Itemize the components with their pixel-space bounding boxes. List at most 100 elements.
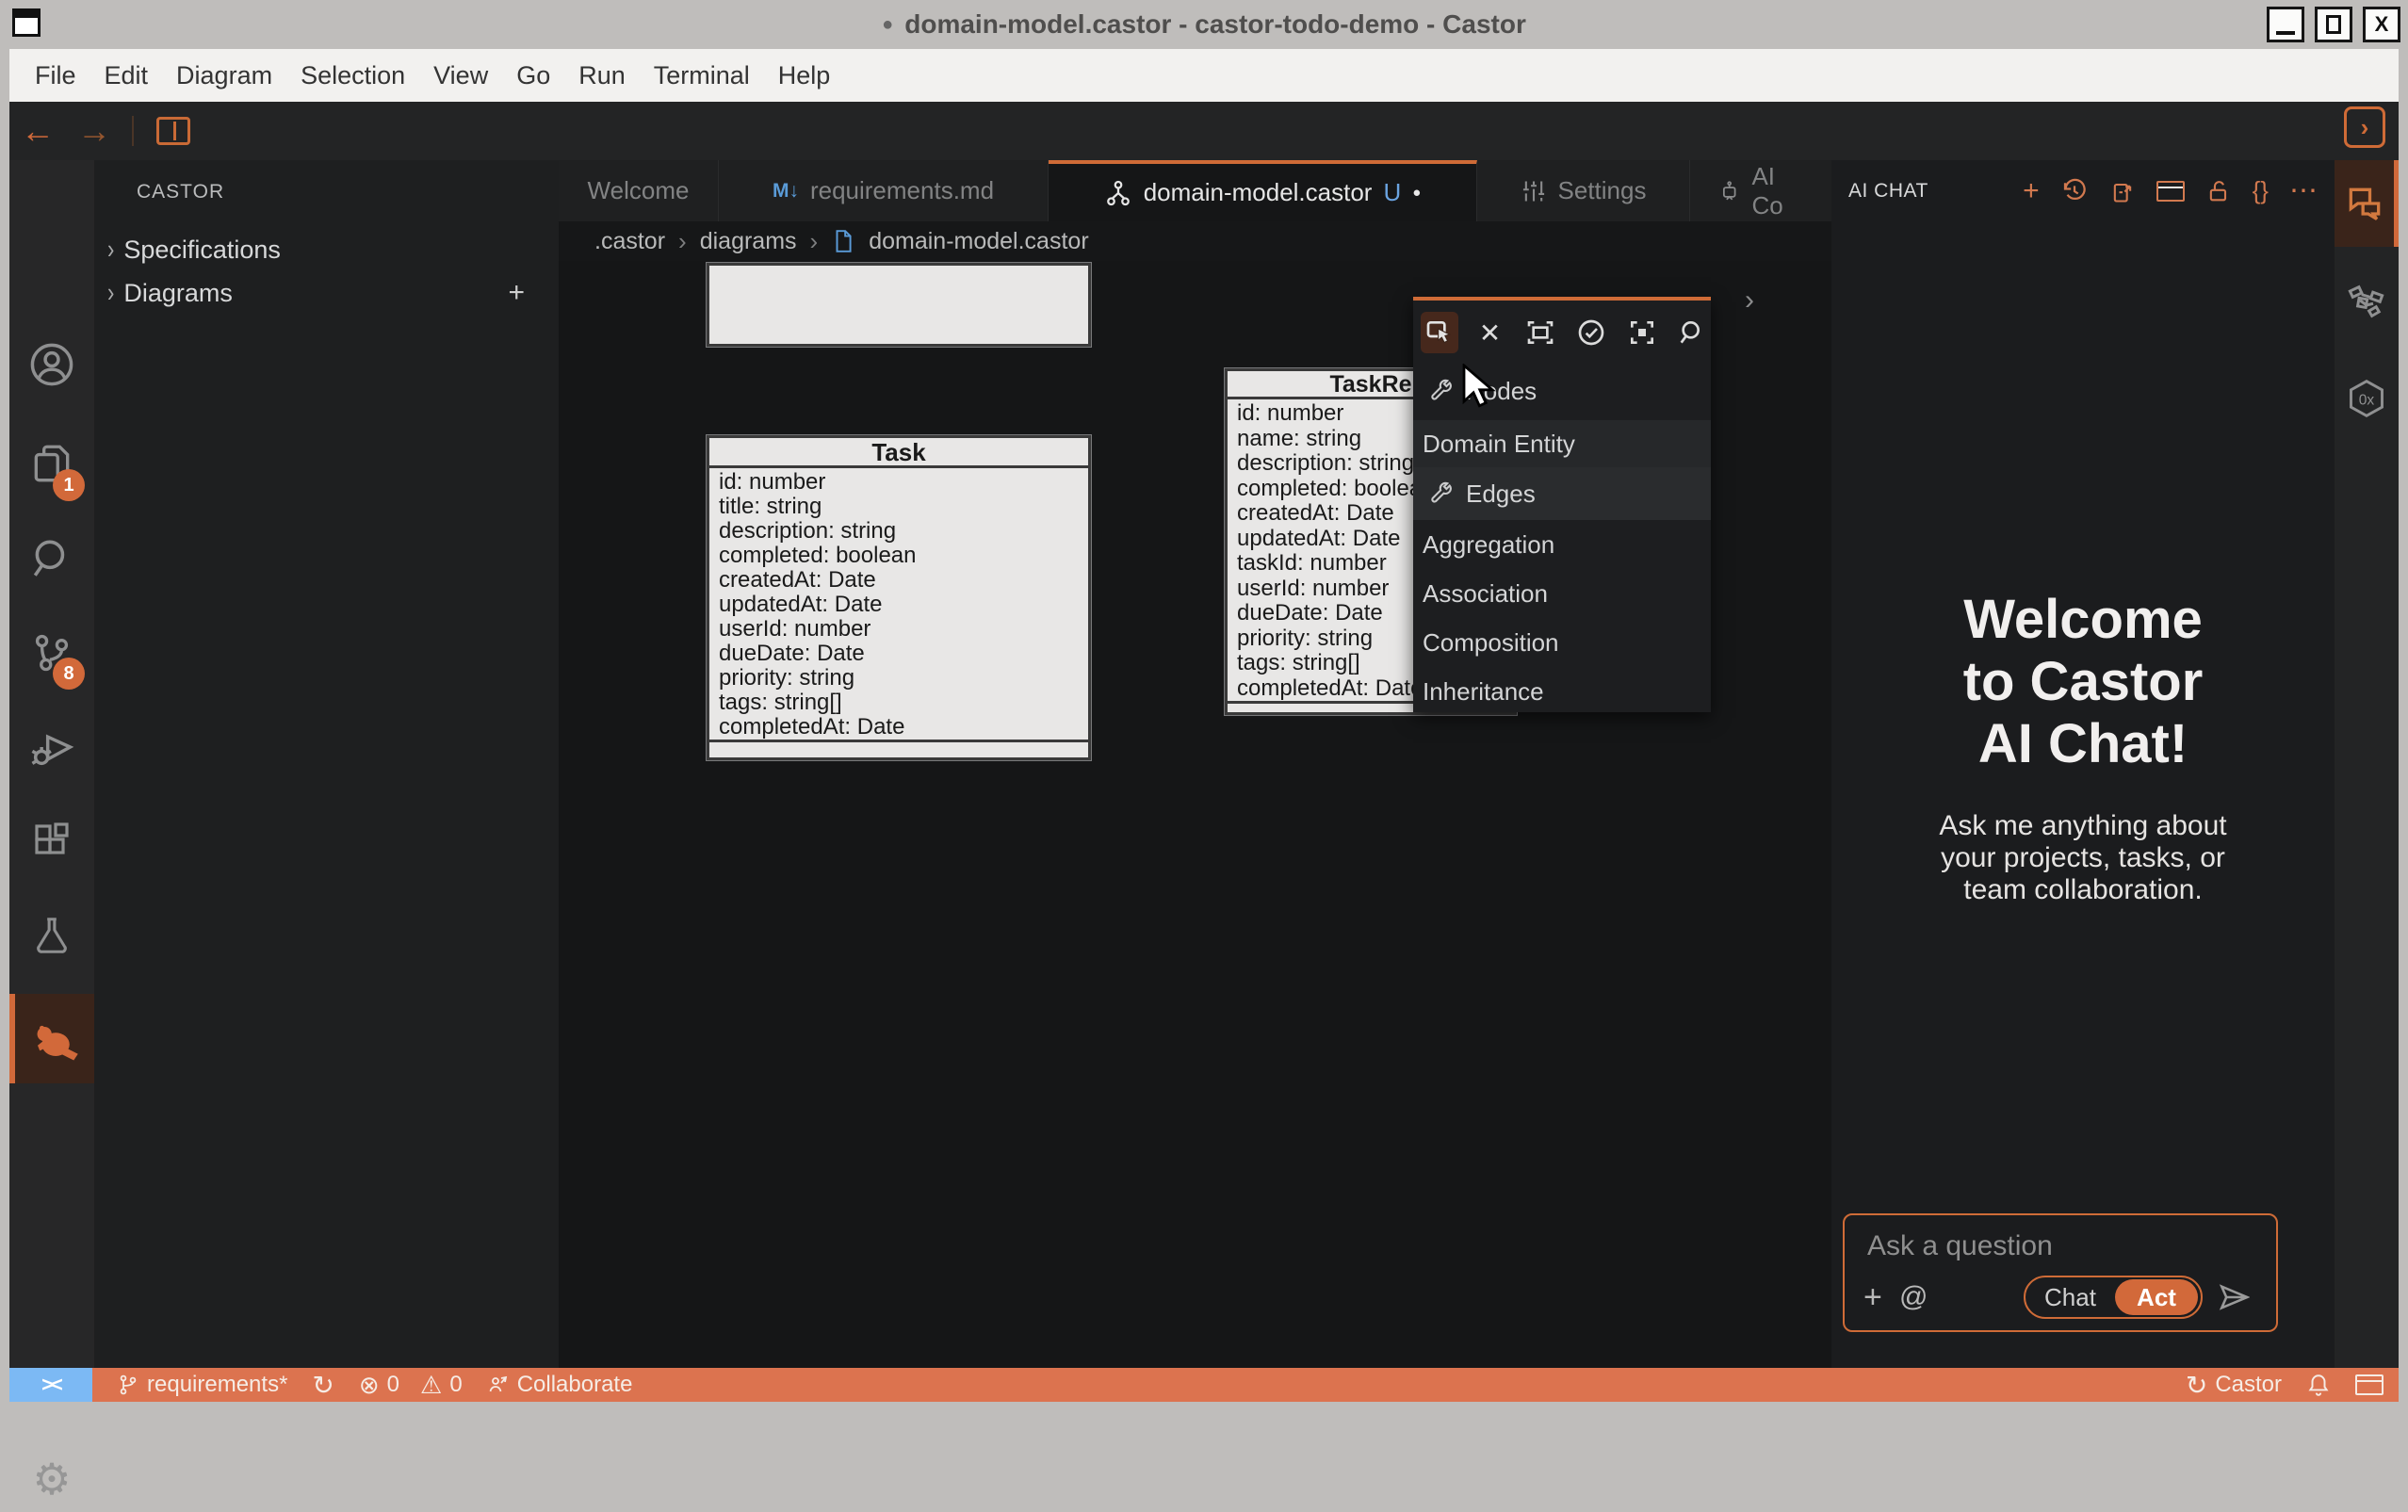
aggregation-label: Aggregation: [1423, 530, 1554, 560]
wrench-icon: [1428, 480, 1455, 507]
breadcrumb-folder[interactable]: diagrams: [700, 228, 797, 255]
minimize-button[interactable]: [2267, 7, 2304, 42]
mode-chat-option[interactable]: Chat: [2026, 1283, 2115, 1312]
history-icon[interactable]: [2060, 177, 2089, 205]
palette-item-domain-entity[interactable]: Domain Entity: [1413, 420, 1711, 467]
attach-plus-icon[interactable]: +: [1863, 1279, 1882, 1316]
palette-overflow-chevron[interactable]: ›: [1745, 285, 1754, 317]
more-actions-icon[interactable]: ⋯: [2289, 174, 2318, 207]
palette-item-composition[interactable]: Composition: [1413, 618, 1711, 667]
palette-item-inheritance[interactable]: Inheritance: [1413, 667, 1711, 716]
branch-indicator[interactable]: requirements*: [117, 1372, 287, 1398]
rail-chat-item[interactable]: [2335, 160, 2399, 247]
layout-panel-icon[interactable]: [2156, 181, 2185, 202]
collaborate-button[interactable]: Collaborate: [487, 1372, 633, 1398]
test-flask-icon[interactable]: [9, 902, 94, 968]
new-chat-plus-icon[interactable]: +: [2023, 175, 2040, 207]
search-icon[interactable]: [9, 526, 94, 592]
back-arrow-icon[interactable]: ←: [9, 111, 66, 151]
mention-at-icon[interactable]: @: [1899, 1281, 1928, 1313]
welcome-line: AI Chat!: [1831, 713, 2335, 775]
maximize-button[interactable]: [2315, 7, 2352, 42]
welcome-line: to Castor: [1831, 651, 2335, 713]
settings-gear-icon[interactable]: ⚙: [9, 1446, 94, 1512]
remote-indicator[interactable]: ><: [9, 1368, 92, 1402]
palette-item-aggregation[interactable]: Aggregation: [1413, 520, 1711, 569]
extensions-icon[interactable]: [9, 808, 94, 874]
sidebar-item-diagrams[interactable]: › Diagrams +: [94, 271, 559, 315]
unsaved-dot-icon: ●: [882, 14, 893, 36]
menu-edit[interactable]: Edit: [90, 49, 163, 102]
layout-icon[interactable]: [2355, 1374, 2384, 1395]
castor-status-item[interactable]: ↻ Castor: [2186, 1370, 2282, 1401]
git-status-letter: U: [1383, 178, 1401, 207]
center-focus-icon[interactable]: [1623, 312, 1661, 353]
collaborate-icon: [487, 1374, 510, 1396]
chat-act-toggle[interactable]: Chat Act: [2024, 1276, 2203, 1319]
tab-domain-model-label: domain-model.castor: [1144, 178, 1373, 207]
collaborate-label: Collaborate: [517, 1372, 633, 1398]
mode-act-option[interactable]: Act: [2115, 1279, 2198, 1315]
split-editor-icon[interactable]: [156, 117, 190, 145]
explorer-files-icon[interactable]: 1: [9, 431, 94, 497]
tab-settings[interactable]: Settings: [1477, 160, 1690, 221]
palette-item-association[interactable]: Association: [1413, 569, 1711, 618]
attribute-row: completed: boolean: [709, 544, 1088, 568]
accounts-icon[interactable]: [9, 332, 94, 398]
forward-arrow-icon[interactable]: →: [66, 111, 122, 151]
tab-settings-label: Settings: [1558, 176, 1647, 205]
attribute-row: description: string: [709, 519, 1088, 544]
title-bar: ● domain-model.castor - castor-todo-demo…: [0, 0, 2408, 49]
code-braces-icon[interactable]: {}: [2253, 176, 2269, 205]
menu-bar: File Edit Diagram Selection View Go Run …: [9, 49, 2399, 102]
menu-file[interactable]: File: [21, 49, 90, 102]
entity-task[interactable]: Task id: number title: string descriptio…: [707, 435, 1091, 760]
castor-activity-item[interactable]: [9, 994, 94, 1083]
source-control-icon[interactable]: 8: [9, 620, 94, 686]
fit-view-icon[interactable]: [1521, 312, 1559, 353]
diagram-file-icon: [1104, 179, 1132, 207]
menu-run[interactable]: Run: [564, 49, 640, 102]
tab-requirements[interactable]: M↓ requirements.md: [719, 160, 1049, 221]
breadcrumb-separator: ›: [810, 227, 819, 256]
export-chat-icon[interactable]: [2109, 177, 2136, 205]
tab-ai-code[interactable]: AI Co: [1690, 160, 1831, 221]
tab-domain-model[interactable]: domain-model.castor U ●: [1049, 160, 1477, 221]
window-title-text: domain-model.castor - castor-todo-demo -…: [904, 9, 1526, 40]
delete-tool-icon[interactable]: ✕: [1472, 312, 1509, 353]
send-icon[interactable]: [2218, 1281, 2250, 1313]
menu-terminal[interactable]: Terminal: [640, 49, 764, 102]
sliders-icon: [1521, 178, 1547, 204]
add-diagram-button[interactable]: +: [508, 277, 525, 309]
notifications-bell-icon[interactable]: [2306, 1373, 2331, 1397]
window-controls: X: [2267, 7, 2400, 42]
tab-welcome[interactable]: Welcome: [559, 160, 719, 221]
status-bar: >< requirements* ↻ ⊗ 0 ⚠ 0 Collaborate ↻…: [9, 1368, 2399, 1402]
breadcrumb-file[interactable]: domain-model.castor: [869, 228, 1088, 255]
menu-selection[interactable]: Selection: [286, 49, 419, 102]
breadcrumb-root[interactable]: .castor: [594, 228, 665, 255]
attribute-row: tags: string[]: [709, 691, 1088, 715]
sidebar-item-specifications[interactable]: › Specifications: [94, 228, 559, 271]
rail-hex-item[interactable]: 0x: [2335, 366, 2399, 431]
menu-diagram[interactable]: Diagram: [162, 49, 286, 102]
problems-indicator[interactable]: ⊗ 0 ⚠ 0: [359, 1371, 463, 1400]
search-tool-icon[interactable]: [1673, 312, 1711, 353]
select-tool-icon[interactable]: [1421, 312, 1458, 353]
rail-flow-item[interactable]: [2335, 266, 2399, 332]
close-button[interactable]: X: [2363, 7, 2400, 42]
menu-help[interactable]: Help: [764, 49, 845, 102]
unlock-icon[interactable]: [2205, 177, 2232, 205]
chat-input-placeholder[interactable]: Ask a question: [1867, 1230, 2053, 1262]
chat-input-box[interactable]: Ask a question + @ Chat Act: [1843, 1213, 2278, 1332]
tab-requirements-label: requirements.md: [810, 176, 994, 205]
breadcrumb-separator: ›: [678, 227, 687, 256]
sync-indicator[interactable]: ↻: [312, 1370, 334, 1401]
run-debug-icon[interactable]: [9, 714, 94, 780]
attribute-row: userId: number: [709, 617, 1088, 642]
entity-box-partial[interactable]: [707, 263, 1091, 347]
validate-check-icon[interactable]: [1572, 312, 1610, 353]
panel-toggle-icon[interactable]: ›: [2344, 106, 2385, 148]
menu-go[interactable]: Go: [502, 49, 564, 102]
menu-view[interactable]: View: [419, 49, 502, 102]
